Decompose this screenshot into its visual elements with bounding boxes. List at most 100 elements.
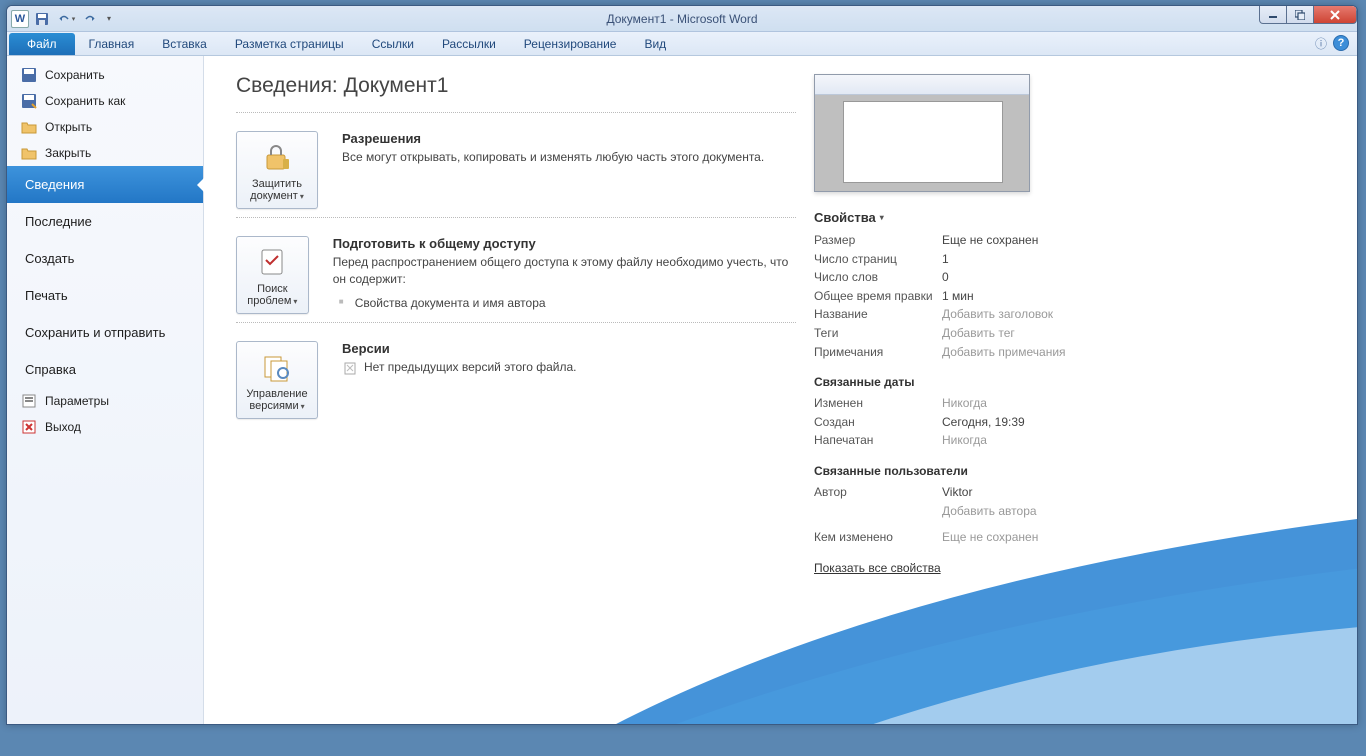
sidebar-exit-label: Выход <box>45 420 81 434</box>
sidebar-close-label: Закрыть <box>45 146 91 160</box>
share-text: Перед распространением общего доступа к … <box>333 254 796 288</box>
date-row: НапечатанНикогда <box>814 431 1098 450</box>
sidebar-options-label: Параметры <box>45 394 109 408</box>
share-title: Подготовить к общему доступу <box>333 236 796 251</box>
undo-button[interactable]: ▾ <box>55 9 77 29</box>
folder-open-icon <box>21 119 37 135</box>
protect-document-button[interactable]: Защитить документ▾ <box>236 131 318 209</box>
sidebar-exit[interactable]: Выход <box>7 414 203 440</box>
sidebar-open-label: Открыть <box>45 120 92 134</box>
sidebar-help-label: Справка <box>25 362 76 377</box>
versions-icon <box>241 350 313 384</box>
redo-button[interactable] <box>79 9 101 29</box>
tab-references[interactable]: Ссылки <box>358 33 428 55</box>
share-item: Свойства документа и имя автора <box>333 294 796 312</box>
permissions-title: Разрешения <box>342 131 764 146</box>
property-row[interactable]: ТегиДобавить тег <box>814 324 1098 343</box>
author-name[interactable]: Viktor <box>942 483 972 502</box>
versions-button-label: Управление версиями <box>246 388 307 412</box>
minimize-button[interactable] <box>1259 6 1287 24</box>
sidebar-save-send[interactable]: Сохранить и отправить <box>7 314 203 351</box>
property-row: Число слов0 <box>814 268 1098 287</box>
sidebar-save-send-label: Сохранить и отправить <box>25 325 165 340</box>
sidebar-save-as[interactable]: Сохранить как <box>7 88 203 114</box>
ribbon-tabs: Файл Главная Вставка Разметка страницы С… <box>7 32 1357 56</box>
show-all-properties-link[interactable]: Показать все свойства <box>814 561 941 575</box>
help-icon[interactable]: ? <box>1333 35 1349 51</box>
sidebar-info[interactable]: Сведения <box>7 166 203 203</box>
backstage-content: Сохранить Сохранить как Открыть Закрыть … <box>7 56 1357 724</box>
check-icon <box>241 245 304 279</box>
versions-section: Управление версиями▾ Версии Нет предыдущ… <box>236 341 796 419</box>
quick-access-toolbar: W ▾ ▾ <box>7 9 115 29</box>
properties-dropdown[interactable]: Свойства▾ <box>814 210 1098 225</box>
tab-mailings[interactable]: Рассылки <box>428 33 510 55</box>
related-users-title: Связанные пользователи <box>814 464 1098 478</box>
changed-by-row: Кем измененоЕще не сохранен <box>814 528 1098 547</box>
permissions-section: Защитить документ▾ Разрешения Все могут … <box>236 131 796 209</box>
sidebar-help[interactable]: Справка <box>7 351 203 388</box>
versions-text: Нет предыдущих версий этого файла. <box>342 359 577 376</box>
check-issues-button[interactable]: Поиск проблем▾ <box>236 236 309 314</box>
property-row[interactable]: ПримечанияДобавить примечания <box>814 343 1098 362</box>
maximize-button[interactable] <box>1286 6 1314 24</box>
separator <box>236 322 796 323</box>
date-row: СозданСегодня, 19:39 <box>814 413 1098 432</box>
folder-close-icon <box>21 145 37 161</box>
tab-file[interactable]: Файл <box>9 33 75 55</box>
sidebar-new-label: Создать <box>25 251 74 266</box>
property-row[interactable]: НазваниеДобавить заголовок <box>814 305 1098 324</box>
properties-panel: Свойства▾ РазмерЕще не сохраненЧисло стр… <box>796 74 1098 706</box>
save-qat-button[interactable] <box>31 9 53 29</box>
lock-icon <box>241 140 313 174</box>
sidebar-recent-label: Последние <box>25 214 92 229</box>
backstage-sidebar: Сохранить Сохранить как Открыть Закрыть … <box>7 56 204 724</box>
check-button-label: Поиск проблем <box>247 283 291 307</box>
app-window: W ▾ ▾ Документ1 - Microsoft Word Файл Гл… <box>6 5 1358 725</box>
property-row: Число страниц1 <box>814 250 1098 269</box>
save-icon <box>21 67 37 83</box>
qat-customize-button[interactable]: ▾ <box>103 9 115 29</box>
add-author-row[interactable]: Добавить автора <box>814 502 1098 521</box>
related-dates-title: Связанные даты <box>814 375 1098 389</box>
property-row: РазмерЕще не сохранен <box>814 231 1098 250</box>
window-title: Документ1 - Microsoft Word <box>606 12 757 26</box>
separator <box>236 112 796 113</box>
manage-versions-button[interactable]: Управление версиями▾ <box>236 341 318 419</box>
sidebar-open[interactable]: Открыть <box>7 114 203 140</box>
sidebar-new[interactable]: Создать <box>7 240 203 277</box>
backstage-main: Сведения: Документ1 Защитить документ▾ Р… <box>204 56 1357 724</box>
options-icon <box>21 393 37 409</box>
info-heading: Сведения: Документ1 <box>236 74 796 98</box>
sidebar-save-as-label: Сохранить как <box>45 94 125 108</box>
permissions-text: Все могут открывать, копировать и изменя… <box>342 149 764 166</box>
tab-view[interactable]: Вид <box>630 33 680 55</box>
date-row: ИзмененНикогда <box>814 394 1098 413</box>
tab-page-layout[interactable]: Разметка страницы <box>221 33 358 55</box>
property-row: Общее время правки1 мин <box>814 287 1098 306</box>
sidebar-print[interactable]: Печать <box>7 277 203 314</box>
share-section: Поиск проблем▾ Подготовить к общему дост… <box>236 236 796 314</box>
sidebar-save[interactable]: Сохранить <box>7 62 203 88</box>
sidebar-save-label: Сохранить <box>45 68 105 82</box>
tab-review[interactable]: Рецензирование <box>510 33 631 55</box>
window-controls <box>1260 6 1357 24</box>
author-row: АвторViktor <box>814 483 1098 502</box>
separator <box>236 217 796 218</box>
no-versions-icon <box>342 360 358 376</box>
exit-icon <box>21 419 37 435</box>
tab-insert[interactable]: Вставка <box>148 33 221 55</box>
minimize-ribbon-icon[interactable]: ⓘ <box>1315 35 1327 52</box>
versions-title: Версии <box>342 341 577 356</box>
save-as-icon <box>21 93 37 109</box>
close-button[interactable] <box>1313 6 1357 24</box>
sidebar-close[interactable]: Закрыть <box>7 140 203 166</box>
protect-button-label: Защитить документ <box>250 178 302 202</box>
sidebar-print-label: Печать <box>25 288 68 303</box>
title-bar: W ▾ ▾ Документ1 - Microsoft Word <box>7 6 1357 32</box>
sidebar-recent[interactable]: Последние <box>7 203 203 240</box>
document-preview[interactable] <box>814 74 1030 192</box>
sidebar-options[interactable]: Параметры <box>7 388 203 414</box>
tab-home[interactable]: Главная <box>75 33 149 55</box>
word-app-icon[interactable]: W <box>11 10 29 28</box>
